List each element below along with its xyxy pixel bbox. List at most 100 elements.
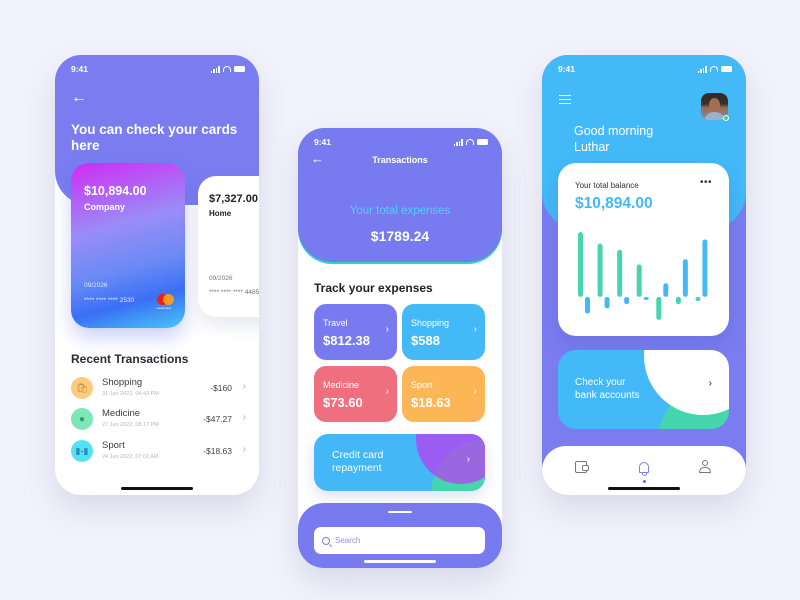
chart-bar-income-7 [695, 296, 701, 302]
credit-card-repayment-button[interactable]: Credit card repayment › [314, 434, 485, 491]
category-value: $812.38 [323, 333, 370, 348]
transaction-amount: -$47.27 [203, 414, 232, 424]
category-tile-medicine[interactable]: Medicine $73.60 › [314, 366, 397, 422]
tab-profile[interactable] [694, 456, 716, 478]
chevron-right-icon: › [466, 454, 470, 465]
chart-bar-income-5 [656, 296, 662, 320]
transaction-row[interactable]: ▮-▮ Sport 24 Jan 2022, 07:02 AM -$18.63 … [71, 440, 246, 466]
chart-bar-income-6 [675, 296, 681, 305]
greeting-line: Good morning [574, 124, 654, 138]
search-icon [322, 536, 330, 545]
category-tile-sport[interactable]: Sport $18.63 › [402, 366, 485, 422]
chart-bar-balance-4 [643, 296, 649, 301]
chevron-right-icon: › [385, 386, 389, 397]
status-time: 9:41 [71, 64, 89, 74]
category-value: $18.63 [411, 395, 451, 410]
chart-bar-balance-7 [702, 239, 708, 297]
home-indicator [608, 487, 680, 490]
transaction-date: 31 Jan 2022, 04:43 PM [102, 391, 159, 397]
status-bar: 9:41 [558, 63, 732, 75]
chevron-right-icon: › [242, 444, 246, 455]
mastercard-icon: mastercard [156, 293, 177, 310]
back-arrow-icon[interactable]: ← [311, 152, 324, 165]
chevron-right-icon: › [708, 378, 712, 389]
chevron-right-icon: › [242, 412, 246, 423]
back-arrow-icon[interactable]: ← [71, 90, 87, 106]
header-background: Transactions Your total expenses $1789.2… [298, 128, 502, 262]
transaction-row[interactable]: ● Medicine 27 Jan 2022, 08:17 PM -$47.27… [71, 408, 246, 434]
transaction-row[interactable]: 🛍 Shopping 31 Jan 2022, 04:43 PM -$160 › [71, 377, 246, 403]
wifi-icon [223, 66, 231, 72]
track-expenses-title: Track your expenses [314, 281, 433, 295]
battery-icon [721, 66, 732, 72]
card-expiry: 09/2026 [84, 282, 108, 289]
transaction-date: 24 Jan 2022, 07:02 AM [102, 454, 159, 460]
user-name: Luthar [574, 140, 610, 154]
transaction-name: Medicine [102, 408, 141, 419]
page-title: You can check your cards here [71, 122, 238, 153]
chevron-right-icon: › [385, 324, 389, 335]
greeting: Good morning Luthar [574, 123, 653, 155]
tab-wallet[interactable] [570, 456, 592, 478]
chart-bar-balance-6 [682, 259, 688, 297]
drag-handle[interactable] [388, 511, 412, 513]
status-time: 9:41 [558, 64, 576, 74]
transaction-amount: -$160 [210, 383, 232, 393]
search-bar[interactable] [314, 527, 485, 554]
category-tile-travel[interactable]: Travel $812.38 › [314, 304, 397, 360]
chart-bar-balance-3 [624, 296, 630, 305]
transaction-name: Sport [102, 440, 125, 451]
home-indicator [364, 560, 436, 563]
card-name: Home [209, 209, 232, 218]
label-line: repayment [332, 462, 382, 474]
card-expiry: 09/2026 [209, 275, 233, 282]
wallet-icon [575, 461, 589, 473]
user-icon [698, 460, 712, 474]
category-label: Travel [323, 318, 348, 328]
dumbbell-icon: ▮-▮ [71, 440, 93, 462]
chart-bar-income-3 [617, 249, 623, 297]
battery-icon [477, 139, 488, 145]
signal-icon [210, 65, 220, 73]
category-value: $588 [411, 333, 440, 348]
label-line: Check your [575, 377, 626, 388]
category-tile-shopping[interactable]: Shopping $588 › [402, 304, 485, 360]
menu-icon[interactable] [559, 95, 571, 106]
tab-notifications[interactable] [633, 456, 655, 478]
card-number: **** **** **** 2530 [84, 297, 135, 304]
signal-icon [453, 138, 463, 146]
chevron-right-icon: › [473, 324, 477, 335]
recent-transactions-title: Recent Transactions [71, 352, 189, 366]
transactions-screen: Transactions Your total expenses $1789.2… [298, 128, 502, 568]
check-bank-accounts-button[interactable]: Check your bank accounts › [558, 350, 729, 429]
total-expenses-value: $1789.24 [370, 228, 430, 244]
battery-icon [234, 66, 245, 72]
total-expenses-label: Your total expenses [349, 205, 451, 217]
pill-icon: ● [71, 408, 93, 430]
transaction-amount: -$18.63 [203, 446, 232, 456]
online-status-dot [723, 115, 729, 121]
wifi-icon [710, 66, 718, 72]
wifi-icon [466, 139, 474, 145]
chart-bar-balance-1 [585, 296, 590, 314]
bell-icon [639, 461, 649, 476]
balance-card: Your total balance ••• $10,894.00 [558, 163, 729, 336]
decorative-blob [431, 440, 485, 491]
card-amount: $10,894.00 [84, 184, 147, 198]
card-company[interactable]: $10,894.00 Company 09/2026 **** **** ***… [71, 163, 185, 328]
card-amount: $7,327.00 [209, 193, 258, 205]
status-bar: 9:41 [314, 136, 488, 148]
category-label: Medicine [323, 380, 360, 390]
card-home[interactable]: $7,327.00 Home 09/2026 **** **** **** 44… [198, 176, 259, 317]
transaction-date: 27 Jan 2022, 08:17 PM [102, 422, 159, 428]
search-input[interactable] [335, 536, 465, 545]
status-bar: 9:41 [71, 63, 245, 75]
label-line: bank accounts [575, 390, 640, 401]
card-number: **** **** **** 4485 [209, 289, 259, 296]
decorative-blob [644, 350, 729, 415]
search-sheet [298, 503, 502, 568]
card-name: Company [84, 202, 126, 212]
chart-bar-income-4 [636, 264, 642, 297]
credit-card-label: Credit card repayment [332, 449, 383, 475]
transaction-name: Shopping [102, 377, 143, 388]
